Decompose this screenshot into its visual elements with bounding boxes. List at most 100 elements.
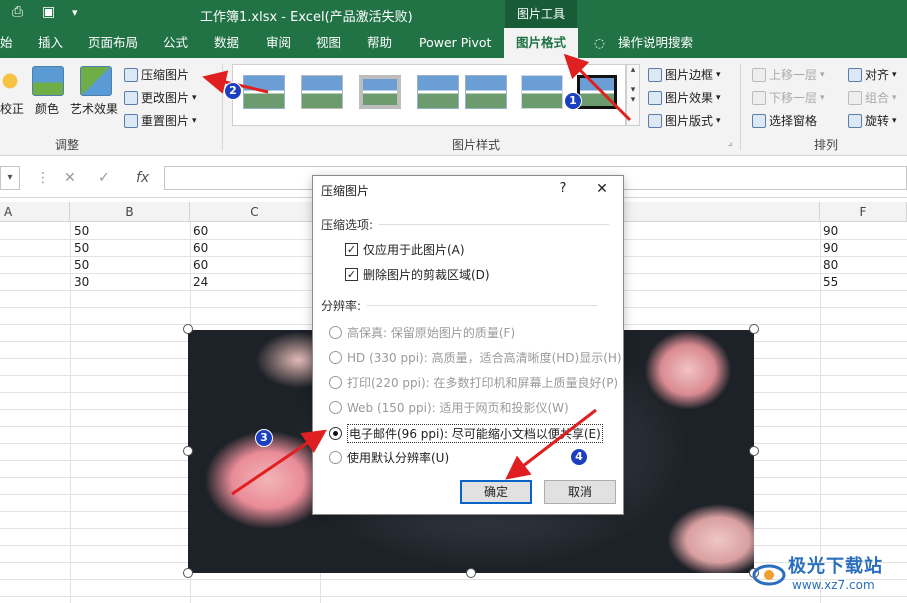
change-picture-button[interactable]: 更改图片 ▾ [124, 89, 197, 106]
cell-c4[interactable]: 60 [193, 258, 208, 272]
picture-effects-button[interactable]: 图片效果 ▾ [648, 89, 721, 106]
bring-forward-button[interactable]: 上移一层 ▾ [752, 66, 825, 83]
resolution-print-radio[interactable]: 打印(220 ppi): 在多数打印机和屏幕上质量良好(P) [329, 374, 618, 391]
customize-quick-access-icon[interactable]: ▾ [72, 6, 78, 19]
tab-page-layout[interactable]: 页面布局 [88, 28, 138, 58]
compress-pictures-button[interactable]: 压缩图片 [124, 66, 189, 83]
selection-pane-button[interactable]: 选择窗格 [752, 112, 817, 129]
style-thumbnail-selected[interactable] [577, 75, 617, 109]
gallery-scroll[interactable]: ▴ ▾ ▾ [626, 64, 640, 126]
picture-styles-group-label: 图片样式 [452, 138, 501, 152]
cell-f3[interactable]: 90 [823, 241, 838, 255]
resize-handle[interactable] [183, 446, 193, 456]
send-backward-icon [752, 90, 766, 105]
reset-picture-button[interactable]: 重置图片 ▾ [124, 112, 197, 129]
tab-tell-me[interactable]: 操作说明搜索 [618, 28, 693, 58]
group-button[interactable]: 组合 ▾ [848, 89, 897, 106]
style-thumbnail[interactable] [359, 75, 401, 109]
tab-help[interactable]: 帮助 [367, 28, 392, 58]
resolution-label: 分辨率: [321, 299, 598, 313]
ribbon-separator [222, 64, 223, 150]
resolution-default-radio[interactable]: 使用默认分辨率(U) [329, 449, 449, 466]
column-header-b[interactable]: B [70, 202, 190, 222]
radio-icon [329, 451, 342, 464]
ribbon: 校正 颜色 艺术效果 压缩图片 更改图片 ▾ 重置图片 ▾ 调整 ▴ ▾ ▾ 图片边框 ▾… [0, 58, 907, 156]
align-button[interactable]: 对齐 ▾ [848, 66, 897, 83]
checkbox-icon: ✓ [345, 243, 358, 256]
tab-formulas[interactable]: 公式 [163, 28, 188, 58]
color-icon [32, 66, 64, 96]
step-badge-2: 2 [224, 82, 242, 100]
watermark-logo-icon [752, 564, 786, 586]
print-preview-icon[interactable]: ⎙ [12, 4, 23, 20]
resize-handle[interactable] [749, 324, 759, 334]
column-header-a[interactable]: A [0, 202, 70, 222]
tab-view[interactable]: 视图 [316, 28, 341, 58]
arrange-group-label: 排列 [814, 138, 839, 152]
cell-b2[interactable]: 50 [74, 224, 89, 238]
step-badge-4: 4 [570, 448, 588, 466]
correct-button[interactable]: 校正 [0, 100, 24, 117]
style-thumbnail[interactable] [521, 75, 563, 109]
apply-only-this-checkbox[interactable]: ✓ 仅应用于此图片(A) [345, 241, 465, 258]
radio-icon [329, 427, 342, 440]
cell-f2[interactable]: 90 [823, 224, 838, 238]
resize-handle[interactable] [749, 446, 759, 456]
bring-forward-icon [752, 67, 766, 82]
save-icon[interactable]: ▣ [42, 4, 55, 20]
cell-f4[interactable]: 80 [823, 258, 838, 272]
tab-home[interactable]: 始 [0, 28, 13, 58]
resolution-high-fidelity-radio[interactable]: 高保真: 保留原始图片的质量(F) [329, 324, 515, 341]
ok-button[interactable]: 确定 [460, 480, 532, 504]
tab-power-pivot[interactable]: Power Pivot [419, 28, 491, 58]
cell-b4[interactable]: 50 [74, 258, 89, 272]
send-backward-button[interactable]: 下移一层 ▾ [752, 89, 825, 106]
rotate-button[interactable]: 旋转 ▾ [848, 112, 897, 129]
radio-icon [329, 376, 342, 389]
confirm-entry-icon[interactable]: ✓ [98, 170, 110, 186]
cancel-button[interactable]: 取消 [544, 480, 616, 504]
cell-b3[interactable]: 50 [74, 241, 89, 255]
tab-data[interactable]: 数据 [214, 28, 239, 58]
cell-c3[interactable]: 60 [193, 241, 208, 255]
cell-c5[interactable]: 24 [193, 275, 208, 289]
resize-handle[interactable] [183, 568, 193, 578]
tab-picture-format[interactable]: 图片格式 [504, 28, 579, 58]
cell-f5[interactable]: 55 [823, 275, 838, 289]
cancel-entry-icon[interactable]: ✕ [64, 170, 76, 186]
ribbon-separator [740, 64, 741, 150]
change-picture-icon [124, 90, 138, 105]
cell-b5[interactable]: 30 [74, 275, 89, 289]
dialog-title: 压缩图片 [321, 184, 370, 198]
color-button[interactable]: 颜色 [35, 100, 59, 117]
column-header-f[interactable]: F [820, 202, 907, 222]
close-button[interactable]: ✕ [591, 179, 613, 199]
resolution-web-radio[interactable]: Web (150 ppi): 适用于网页和投影仪(W) [329, 399, 569, 416]
picture-tools-context-label: 图片工具 [505, 0, 577, 28]
style-thumbnail[interactable] [243, 75, 285, 109]
tab-review[interactable]: 审阅 [266, 28, 291, 58]
dialog-launcher-icon[interactable]: ⌟ [728, 138, 732, 148]
style-thumbnail[interactable] [465, 75, 507, 109]
resolution-email-radio[interactable]: 电子邮件(96 ppi): 尽可能缩小文档以便共享(E) [329, 424, 603, 443]
resize-handle[interactable] [466, 568, 476, 578]
cell-c2[interactable]: 60 [193, 224, 208, 238]
name-box-dropdown[interactable]: ▾ [0, 166, 20, 190]
help-button[interactable]: ? [553, 179, 573, 199]
picture-effects-icon [648, 90, 662, 105]
adjust-group-label: 调整 [55, 138, 80, 152]
insert-function-icon[interactable]: fx [136, 170, 149, 186]
compress-icon [124, 67, 138, 82]
artistic-effects-button[interactable]: 艺术效果 [70, 100, 118, 117]
column-header-c[interactable]: C [190, 202, 320, 222]
picture-border-button[interactable]: 图片边框 ▾ [648, 66, 721, 83]
resize-handle[interactable] [183, 324, 193, 334]
tab-insert[interactable]: 插入 [38, 28, 63, 58]
resolution-hd-radio[interactable]: HD (330 ppi): 高质量，适合高清晰度(HD)显示(H) [329, 349, 622, 366]
style-thumbnail[interactable] [301, 75, 343, 109]
delete-cropped-areas-checkbox[interactable]: ✓ 删除图片的剪裁区域(D) [345, 266, 490, 283]
step-badge-1: 1 [564, 92, 582, 110]
style-thumbnail[interactable] [417, 75, 459, 109]
ribbon-tabs: 始 插入 页面布局 公式 数据 审阅 视图 帮助 Power Pivot 图片格… [0, 28, 907, 58]
picture-layout-button[interactable]: 图片版式 ▾ [648, 112, 721, 129]
